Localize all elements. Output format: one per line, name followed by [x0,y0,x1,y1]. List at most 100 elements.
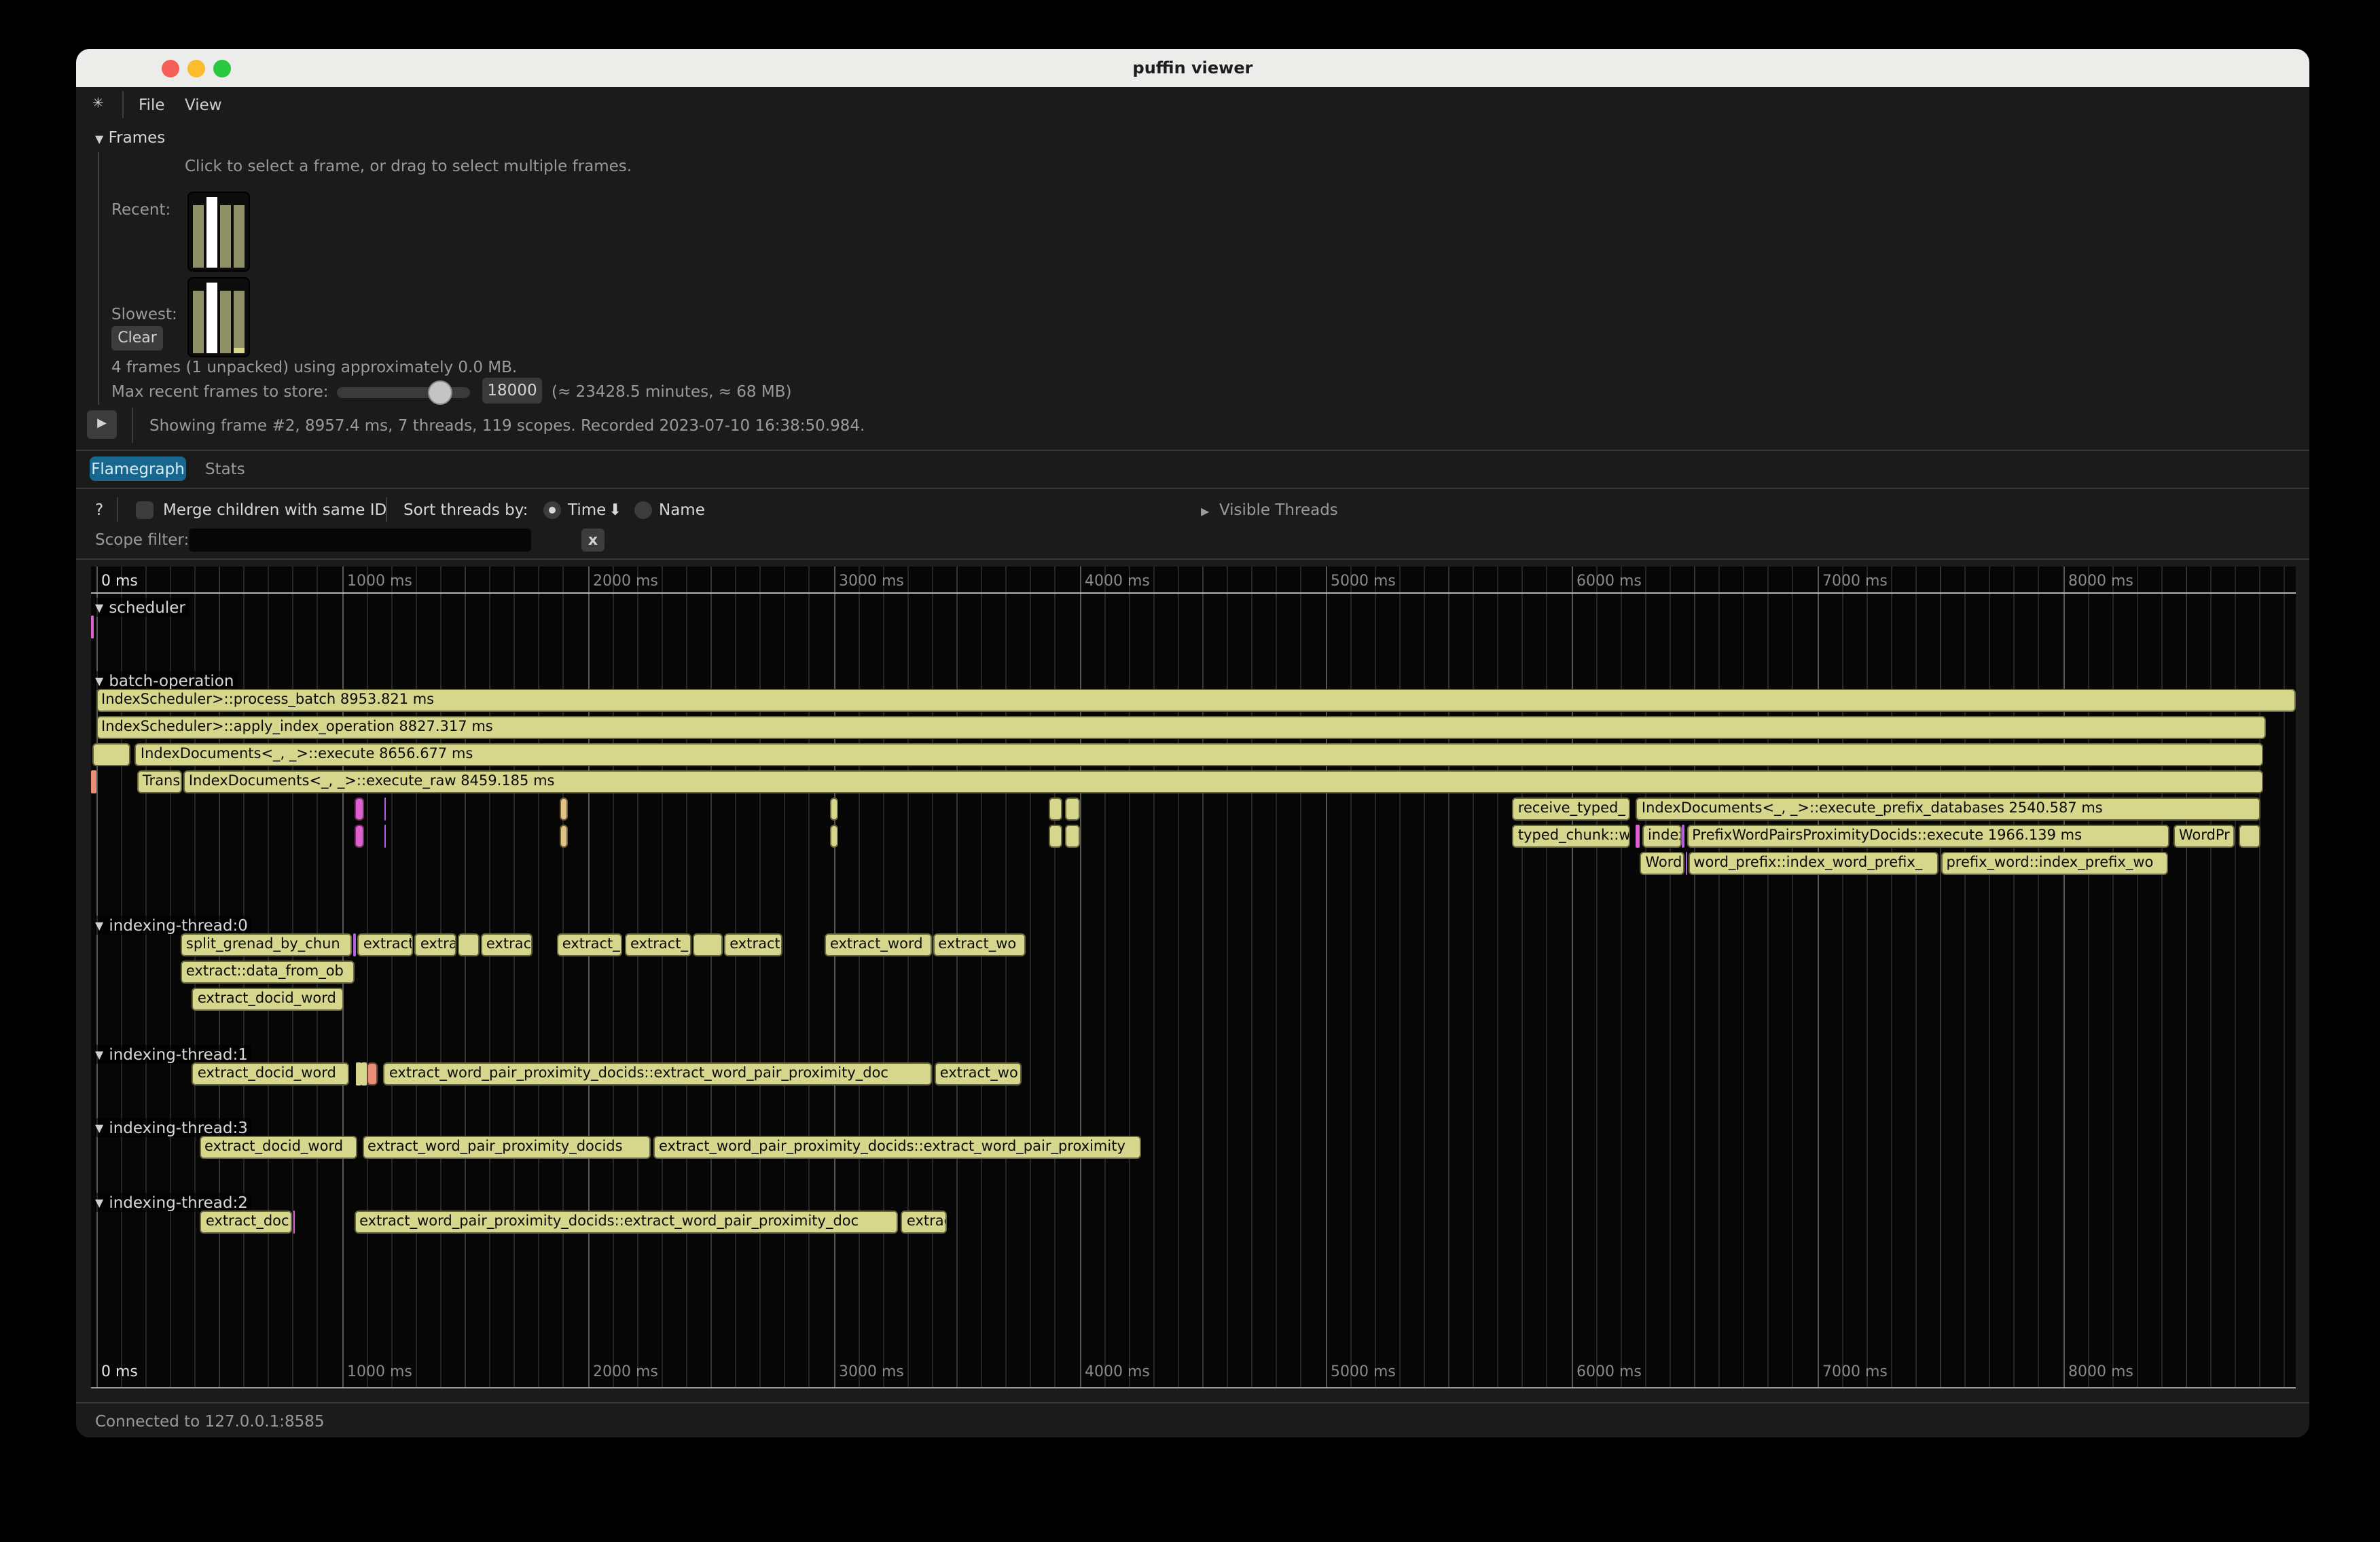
scope-bar[interactable]: IndexScheduler>::process_batch 8953.821 … [96,689,2296,712]
help-button[interactable]: ? [95,500,103,519]
scope-bar[interactable] [1636,825,1640,848]
scope-bar[interactable]: PrefixWordPairsProximityDocids::execute … [1687,825,2170,848]
menu-view[interactable]: View [185,87,222,122]
scope-bar[interactable] [385,825,386,848]
scope-bar[interactable] [91,770,97,793]
scope-bar[interactable]: extract_word [825,933,931,956]
scope-bar[interactable]: Word [1640,852,1684,875]
scope-bar[interactable]: extract_docid_word [192,1062,349,1086]
scope-bar[interactable]: extract_word_pair_proximity_docids::extr… [384,1062,933,1086]
merge-children-checkbox[interactable] [136,501,154,519]
scope-bar[interactable] [1049,797,1063,821]
frames-collapse-header[interactable]: ▼ Frames [95,128,165,147]
sort-by-time-radio[interactable] [543,501,561,519]
scope-bar[interactable]: IndexScheduler>::apply_index_operation 8… [96,716,2266,739]
scope-bar[interactable]: IndexDocuments<_, _>::execute 8656.677 m… [135,743,2263,766]
scope-bar[interactable] [2238,825,2260,848]
scope-bar[interactable] [559,797,567,821]
tab-stats[interactable]: Stats [205,459,245,478]
tab-flamegraph[interactable]: Flamegraph [90,456,186,481]
scope-bar[interactable]: Trans [137,770,182,793]
thread-header-indexing-thread-2[interactable]: ▼indexing-thread:2 [95,1193,252,1212]
visible-threads-header[interactable]: ▶ Visible Threads [1201,500,1338,519]
scope-bar[interactable]: extrac [901,1211,947,1234]
scope-bar[interactable]: extra [415,933,457,956]
scope-bar[interactable] [692,933,723,956]
scope-bar[interactable]: IndexDocuments<_, _>::execute_prefix_dat… [1636,797,2261,821]
scope-bar[interactable]: word_prefix::index_word_prefix_ [1688,852,1939,875]
scope-bar[interactable]: extract_ [557,933,623,956]
scope-bar[interactable] [354,797,365,821]
scope-bar[interactable]: index [1642,825,1681,848]
max-frames-slider-knob[interactable] [428,380,452,405]
scope-bar[interactable]: extract_doc [200,1211,292,1234]
frame-bar[interactable] [193,205,204,268]
collapsed-triangle-icon: ▶ [1201,505,1209,518]
scope-bar[interactable] [362,1062,367,1086]
scope-bar[interactable]: extract [724,933,782,956]
scope-bar[interactable]: extract_wo [935,1062,1022,1086]
frame-bar[interactable] [206,197,217,268]
scope-bar[interactable] [458,933,480,956]
thread-header-scheduler[interactable]: ▼scheduler [95,598,190,617]
clear-button[interactable]: Clear [111,326,163,351]
scope-bar[interactable] [829,825,837,848]
play-button[interactable]: ▶ [87,410,117,439]
scope-bar[interactable] [354,825,365,848]
sort-direction-arrow-icon[interactable]: ⬇ [609,500,621,519]
flamegraph-canvas[interactable]: 0 ms0 ms1000 ms1000 ms2000 ms2000 ms3000… [91,567,2296,1388]
menu-file[interactable]: File [139,87,165,122]
scope-bar[interactable] [1065,797,1080,821]
sort-by-name-radio[interactable] [634,501,652,519]
thread-header-indexing-thread-3[interactable]: ▼indexing-thread:3 [95,1118,252,1137]
max-frames-value[interactable]: 18000 [482,378,542,404]
frame-bar[interactable] [220,291,231,353]
scope-filter-input[interactable] [189,528,531,552]
scope-bar[interactable] [829,797,837,821]
thread-header-indexing-thread-0[interactable]: ▼indexing-thread:0 [95,916,252,935]
scope-bar[interactable] [1065,825,1080,848]
scope-bar[interactable] [1049,825,1063,848]
scope-bar[interactable] [367,1062,377,1086]
thread-name: scheduler [109,598,185,617]
scope-bar[interactable]: prefix_word::index_prefix_wo [1941,852,2168,875]
scope-bar[interactable]: extract_ [625,933,691,956]
collapse-triangle-icon: ▼ [95,1197,103,1209]
thread-header-batch-operation[interactable]: ▼batch-operation [95,671,238,690]
clear-filter-button[interactable]: x [581,528,605,552]
scope-bar[interactable] [1682,825,1685,848]
frame-bar[interactable] [193,291,204,353]
frame-bar[interactable] [234,291,245,353]
scope-bar[interactable]: extract_word_pair_proximity_docids::extr… [653,1136,1140,1159]
scope-bar[interactable]: typed_chunk::w [1513,825,1630,848]
slowest-frames-thumbnail[interactable] [187,277,250,357]
scope-filter-label: Scope filter: [95,530,189,549]
thread-header-indexing-thread-1[interactable]: ▼indexing-thread:1 [95,1045,252,1064]
scope-bar[interactable]: receive_typed_ [1513,797,1630,821]
scope-bar[interactable]: extract_docid_word [199,1136,358,1159]
scope-bar[interactable]: extract::data_from_ob [181,961,354,984]
scope-bar[interactable] [91,615,93,639]
scope-bar[interactable] [559,825,567,848]
axis-tick-label: 5000 ms [1331,572,1396,590]
scope-bar[interactable] [293,1211,295,1234]
frame-bar[interactable] [234,205,245,268]
scope-bar[interactable] [92,743,130,766]
scope-bar[interactable]: extract_word_pair_proximity_docids::extr… [354,1211,899,1234]
scope-bar[interactable]: extract_word_pair_proximity_docids [362,1136,651,1159]
recent-frames-thumbnail[interactable] [187,192,250,272]
scope-bar[interactable]: extrac [481,933,533,956]
scope-bar[interactable] [385,797,386,821]
scope-bar[interactable]: extract_docid_word [192,988,344,1011]
scope-bar[interactable]: WordPr [2174,825,2235,848]
scope-bar[interactable] [1686,852,1687,875]
theme-icon[interactable]: ✳ [92,87,104,122]
scope-bar[interactable]: extract [358,933,413,956]
scope-bar[interactable] [353,933,355,956]
scope-bar[interactable] [356,1062,361,1086]
scope-bar[interactable]: extract_wo [933,933,1025,956]
frame-bar[interactable] [220,205,231,268]
frame-bar[interactable] [206,283,217,353]
scope-bar[interactable]: IndexDocuments<_, _>::execute_raw 8459.1… [183,770,2263,793]
scope-bar[interactable]: split_grenad_by_chun [181,933,353,956]
